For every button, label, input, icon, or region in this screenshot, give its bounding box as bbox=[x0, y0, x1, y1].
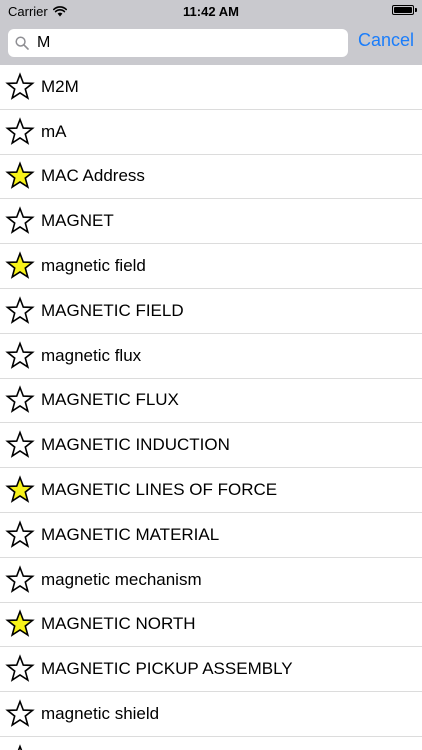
list-item[interactable]: magnetic shield bbox=[0, 692, 422, 737]
star-filled-icon[interactable] bbox=[5, 609, 35, 639]
list-item-label: M2M bbox=[41, 76, 79, 96]
list-item-label: magnetic mechanism bbox=[41, 569, 202, 589]
star-outline-icon[interactable] bbox=[5, 744, 35, 750]
list-item[interactable]: MAGNETIC MATERIAL bbox=[0, 513, 422, 558]
star-outline-icon[interactable] bbox=[5, 72, 35, 102]
search-bar[interactable] bbox=[8, 29, 348, 57]
list-item[interactable]: MAC Address bbox=[0, 155, 422, 200]
star-outline-icon[interactable] bbox=[5, 654, 35, 684]
list-item[interactable]: MAGNET bbox=[0, 199, 422, 245]
star-outline-icon[interactable] bbox=[5, 340, 35, 371]
search-header: Carrier 11:42 AM Cancel bbox=[0, 0, 422, 65]
star-filled-icon[interactable] bbox=[5, 475, 35, 505]
list-item-label: MAGNET bbox=[41, 211, 114, 231]
star-outline-icon[interactable] bbox=[5, 296, 35, 326]
results-list[interactable]: M2M mA MAC Address MAGNET magnetic field MAGN… bbox=[0, 65, 422, 750]
star-outline-icon[interactable] bbox=[5, 699, 35, 729]
star-filled-icon[interactable] bbox=[5, 251, 35, 281]
status-time: 11:42 AM bbox=[183, 4, 239, 19]
list-item-label: MAGNETIC PICKUP ASSEMBLY bbox=[41, 659, 293, 679]
list-item[interactable]: MAGNETIC INDUCTION bbox=[0, 423, 422, 469]
list-item-label: MAGNETIC MATERIAL bbox=[41, 524, 220, 544]
star-outline-icon[interactable] bbox=[5, 520, 35, 550]
list-item-label: MAGNETIC INDUCTION bbox=[41, 435, 230, 455]
list-item[interactable]: MAGNETIC FLUX bbox=[0, 379, 422, 424]
star-outline-icon[interactable] bbox=[5, 206, 35, 236]
list-item[interactable]: MAGNETIC LINES OF FORCE bbox=[0, 468, 422, 513]
list-item-label: MAC Address bbox=[41, 166, 145, 186]
battery-icon bbox=[392, 5, 417, 15]
list-item[interactable]: MAGNETIC NORTH bbox=[0, 603, 422, 648]
list-item[interactable]: magnetic flux bbox=[0, 334, 422, 379]
search-input[interactable] bbox=[37, 34, 327, 52]
star-filled-icon[interactable] bbox=[5, 161, 35, 191]
list-item[interactable]: magnetic mechanism bbox=[0, 558, 422, 603]
list-item-label: MAGNETIC FIELD bbox=[41, 300, 184, 320]
status-bar: Carrier 11:42 AM bbox=[0, 0, 422, 22]
cancel-button[interactable]: Cancel bbox=[358, 30, 414, 51]
list-item-label: magnetic shield bbox=[41, 704, 160, 724]
star-outline-icon[interactable] bbox=[5, 116, 35, 147]
list-item-label: MAGNETIC NORTH bbox=[41, 614, 196, 634]
list-item[interactable]: magnetic field bbox=[0, 244, 422, 289]
list-item-label: MAGNETIC FLUX bbox=[41, 390, 179, 410]
list-item-label: mA bbox=[41, 121, 67, 141]
list-item[interactable]: MAGNETIC PICKUP ASSEMBLY bbox=[0, 647, 422, 693]
search-icon bbox=[15, 36, 29, 50]
list-item[interactable] bbox=[0, 737, 422, 750]
star-outline-icon[interactable] bbox=[5, 385, 35, 415]
star-outline-icon[interactable] bbox=[5, 564, 35, 595]
star-outline-icon[interactable] bbox=[5, 430, 35, 460]
list-item[interactable]: MAGNETIC FIELD bbox=[0, 289, 422, 334]
list-item-label: MAGNETIC LINES OF FORCE bbox=[41, 480, 278, 500]
list-item-label: magnetic flux bbox=[41, 345, 142, 365]
screen: Carrier 11:42 AM Cancel M2M mA MAC Address… bbox=[0, 0, 422, 750]
list-item[interactable]: M2M bbox=[0, 65, 422, 110]
list-item[interactable]: mA bbox=[0, 110, 422, 155]
list-item-label: magnetic field bbox=[41, 256, 146, 276]
